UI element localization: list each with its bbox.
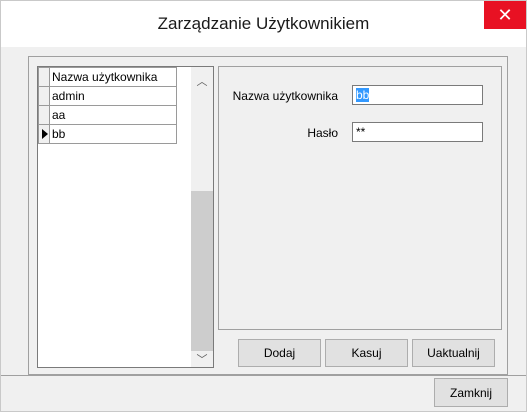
table-header-row: Nazwa użytkownika: [38, 67, 177, 87]
table-row-selected[interactable]: bb: [38, 124, 177, 144]
close-icon: ✕: [497, 4, 513, 25]
table-cell-username[interactable]: bb: [49, 124, 177, 144]
user-management-window: Zarządzanie Użytkownikiem ✕ Nazwa użytko…: [0, 0, 527, 412]
row-indicator[interactable]: [38, 105, 50, 125]
username-field[interactable]: bb: [352, 85, 483, 105]
scroll-up-arrow-icon[interactable]: ︿: [191, 73, 213, 91]
table-cell-username[interactable]: aa: [49, 105, 177, 125]
scrollbar-thumb[interactable]: [191, 191, 213, 351]
close-button[interactable]: Zamknij: [434, 378, 508, 407]
current-row-arrow-icon: [42, 129, 48, 139]
vertical-scrollbar[interactable]: ︿ ﹀: [191, 67, 213, 367]
table-cell-username[interactable]: admin: [49, 86, 177, 106]
delete-button[interactable]: Kasuj: [325, 339, 408, 367]
row-indicator-current[interactable]: [38, 124, 50, 144]
password-field[interactable]: **: [352, 122, 483, 142]
scroll-down-arrow-icon[interactable]: ﹀: [191, 351, 213, 369]
user-details-panel: Nazwa użytkownika bb Hasło **: [218, 66, 502, 330]
table-row[interactable]: admin: [38, 86, 177, 106]
table-row[interactable]: aa: [38, 105, 177, 125]
main-frame: Nazwa użytkownika admin aa bb ︿ ﹀ Nazwa …: [28, 56, 508, 375]
column-header-username[interactable]: Nazwa użytkownika: [49, 67, 177, 87]
username-label: Nazwa użytkownika: [232, 89, 338, 103]
footer-divider: [1, 375, 526, 376]
users-table: Nazwa użytkownika admin aa bb: [38, 67, 177, 144]
row-indicator-header: [38, 67, 50, 87]
add-button[interactable]: Dodaj: [238, 339, 321, 367]
update-button[interactable]: Uaktualnij: [412, 339, 495, 367]
title-bar: Zarządzanie Użytkownikiem ✕: [1, 1, 526, 47]
close-window-button[interactable]: ✕: [484, 1, 526, 29]
row-indicator[interactable]: [38, 86, 50, 106]
username-value: bb: [356, 88, 370, 102]
password-label: Hasło: [307, 126, 338, 140]
window-title: Zarządzanie Użytkownikiem: [157, 14, 370, 33]
users-grid[interactable]: Nazwa użytkownika admin aa bb ︿ ﹀: [37, 66, 214, 368]
